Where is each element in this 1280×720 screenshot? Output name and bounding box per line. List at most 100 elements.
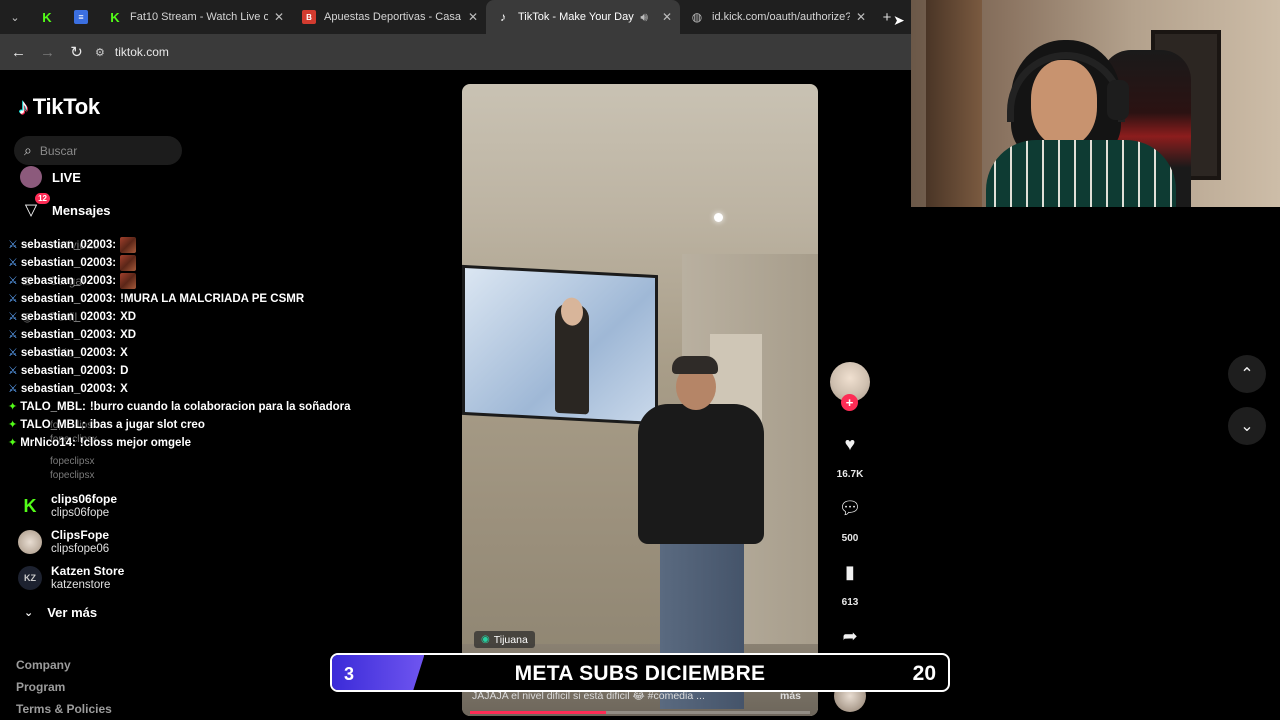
footer-link-terms[interactable]: Terms & Policies <box>16 702 112 716</box>
follow-plus-icon[interactable]: + <box>841 394 858 411</box>
close-icon[interactable]: ✕ <box>274 10 284 24</box>
pinned-tab-kick[interactable]: K <box>30 0 64 34</box>
swords-badge-icon: ⚔ <box>8 293 18 305</box>
chat-text: D <box>120 365 129 377</box>
close-icon[interactable]: ✕ <box>662 10 672 24</box>
sidebar-item-label: LIVE <box>52 169 81 185</box>
site-settings-icon[interactable]: ⚙ <box>95 46 105 59</box>
previous-video-chevron-up-icon[interactable]: ⌃ <box>1228 355 1266 393</box>
tab-fat10-stream[interactable]: K Fat10 Stream - Watch Live on K ✕ <box>98 0 292 34</box>
like-button[interactable]: ♥ 16.7K <box>828 424 872 481</box>
chat-username: sebastian_02003: <box>20 383 117 395</box>
account-name: ClipsFope <box>51 528 110 542</box>
tab-title: Apuestas Deportivas - Casa de <box>324 11 462 23</box>
chat-username: sebastian_02003: <box>20 311 117 323</box>
share-arrow-icon: ➦ <box>842 625 858 646</box>
tab-title: id.kick.com/oauth/authorize?re <box>712 11 850 23</box>
tab-search-chevron-icon[interactable]: ⌄ <box>0 0 30 34</box>
logo-text: TikTok <box>32 94 100 119</box>
chat-message: ⚔ sebastian_02003: X <box>8 344 368 362</box>
swords-badge-icon: ⚔ <box>8 257 18 269</box>
speaker-icon[interactable]: 🔊︎ <box>640 10 648 25</box>
swords-badge-icon: ⚔ <box>8 347 18 359</box>
sparkle-badge-icon: ✦ <box>8 419 18 431</box>
back-arrow-icon[interactable]: ← <box>4 34 33 70</box>
chat-emote <box>120 273 137 289</box>
reload-icon[interactable]: ↻ <box>62 34 91 70</box>
following-account-clipsfope[interactable]: ClipsFope clipsfope06 <box>18 528 109 556</box>
chat-message: ✦ MrNico14: !closs mejor omgele <box>8 434 368 452</box>
like-count: 16.7K <box>836 469 864 480</box>
chat-text: !MURA LA MALCRIADA PE CSMR <box>120 293 305 305</box>
comment-button[interactable]: 💬︎ 500 <box>828 488 872 545</box>
sub-goal-target: 20 <box>912 662 936 685</box>
chevron-down-icon: ⌄ <box>24 607 34 619</box>
swords-badge-icon: ⚔ <box>8 383 18 395</box>
location-tag[interactable]: ◉ Tijuana <box>474 631 535 648</box>
video-progress-fill <box>470 711 606 714</box>
sparkle-badge-icon: ✦ <box>8 437 18 449</box>
chat-text: X <box>120 383 128 395</box>
tab-kick-oauth[interactable]: ◍ id.kick.com/oauth/authorize?re ✕ <box>680 0 874 34</box>
save-button[interactable]: ▮ 613 <box>828 552 872 609</box>
avatar: KZ <box>18 566 42 590</box>
sidebar-item-label: Mensajes <box>52 202 111 218</box>
chat-username: sebastian_02003: <box>20 365 117 377</box>
tab-tiktok[interactable]: ♪ TikTok - Make Your Day 🔊︎ ✕ <box>486 0 680 34</box>
pinned-tab-stream[interactable]: ≡ <box>64 0 98 34</box>
tiktok-logo[interactable]: ♪ TikTok <box>18 94 100 120</box>
search-input[interactable]: ⌕ Buscar <box>14 136 182 165</box>
account-name: Katzen Store <box>51 564 125 578</box>
tab-apuestas[interactable]: B Apuestas Deportivas - Casa de ✕ <box>292 0 486 34</box>
sidebar-item-live[interactable]: LIVE <box>20 166 81 188</box>
close-icon[interactable]: ✕ <box>468 10 478 24</box>
chat-message: ⚔ sebastian_02003: D <box>8 362 368 380</box>
tab-title: TikTok - Make Your Day <box>518 11 634 23</box>
chat-text: XD <box>120 329 137 341</box>
forward-arrow-icon[interactable]: → <box>33 34 62 70</box>
kick-icon: K <box>110 9 120 25</box>
chat-message: ⚔ sebastian_02003: XD <box>8 308 368 326</box>
live-icon <box>20 166 42 188</box>
see-more-label: Ver más <box>47 605 98 620</box>
chat-username: TALO_MBL: <box>20 419 86 431</box>
paper-plane-icon: ▽ 12 <box>20 193 50 221</box>
chat-username: sebastian_02003: <box>20 275 117 287</box>
chat-message: ✦ TALO_MBL: !burro cuando la colaboracion … <box>8 398 368 416</box>
avatar: K <box>23 495 37 516</box>
video-player[interactable]: ◉ Tijuana brauli JAJAJA el nivel dificil… <box>462 84 818 716</box>
tiktok-icon: ♪ <box>500 10 506 24</box>
chat-emote <box>120 255 137 271</box>
account-handle: clips06fope <box>51 507 110 519</box>
stream-chat-overlay: ⚔ sebastian_02003: ⚔ sebastian_02003: ⚔ sebas… <box>8 236 368 452</box>
chat-text: XD <box>120 311 137 323</box>
following-ghost: fopeclipsx <box>50 470 95 481</box>
following-account-clips06fope[interactable]: K clips06fope clips06fope <box>18 492 118 520</box>
video-progress-bar[interactable] <box>470 711 810 714</box>
account-name: clips06fope <box>51 492 118 506</box>
sparkle-badge-icon: ✦ <box>8 401 18 413</box>
chat-message: ⚔ sebastian_02003: !MURA LA MALCRIADA PE C… <box>8 290 368 308</box>
chat-username: MrNico14: <box>20 437 76 449</box>
browser-tab-strip: ⌄ K ≡ K Fat10 Stream - Watch Live on K ✕… <box>0 0 911 34</box>
next-video-chevron-down-icon[interactable]: ⌄ <box>1228 407 1266 445</box>
chat-text: ibas a jugar slot creo <box>89 419 205 431</box>
footer-link-company[interactable]: Company <box>16 658 71 672</box>
following-account-katzen[interactable]: KZ Katzen Store katzenstore <box>18 564 124 592</box>
url-field[interactable]: ⚙ tiktok.com <box>95 39 885 65</box>
comment-icon: 💬︎ <box>838 497 862 518</box>
creator-avatar[interactable]: + <box>830 362 870 411</box>
tab-title: Fat10 Stream - Watch Live on K <box>130 11 268 23</box>
chat-username: TALO_MBL: <box>20 401 86 413</box>
sub-goal-title: META SUBS DICIEMBRE <box>514 662 766 685</box>
save-count: 613 <box>841 597 859 608</box>
chat-text: !closs mejor omgele <box>79 437 192 449</box>
url-text: tiktok.com <box>114 45 169 59</box>
footer-link-program[interactable]: Program <box>16 680 65 694</box>
following-ghost: fopeclipsx <box>50 456 95 467</box>
close-icon[interactable]: ✕ <box>856 10 866 24</box>
see-more-button[interactable]: ⌄ Ver más <box>24 605 97 620</box>
chat-message: ⚔ sebastian_02003: XD <box>8 326 368 344</box>
location-label: Tijuana <box>493 633 528 646</box>
sidebar-item-messages[interactable]: ▽ 12 Mensajes <box>20 193 111 221</box>
